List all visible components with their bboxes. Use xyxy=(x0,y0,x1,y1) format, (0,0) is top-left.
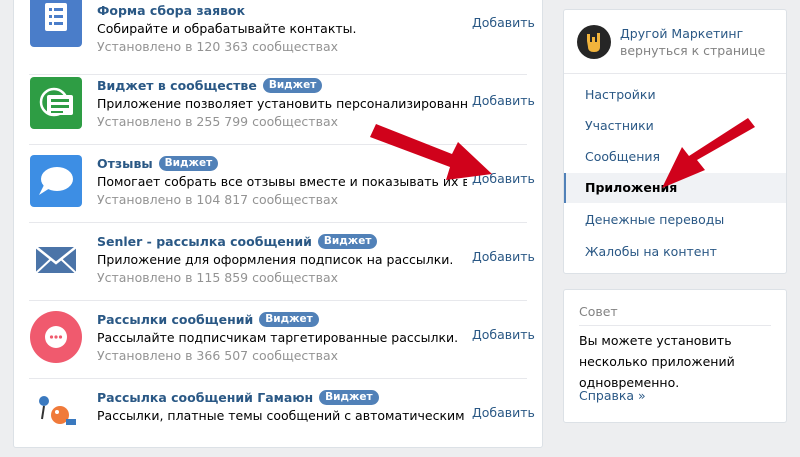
app-install-count: Установлено в 104 817 сообществах xyxy=(97,192,339,207)
app-title[interactable]: Форма сбора заявок xyxy=(97,3,245,18)
menu-item-complaints[interactable]: Жалобы на контент xyxy=(564,237,786,267)
app-title[interactable]: Рассылки сообщений xyxy=(97,312,253,327)
widget-badge: Виджет xyxy=(262,77,323,93)
widget-badge: Виджет xyxy=(259,311,319,327)
divider xyxy=(579,325,771,326)
app-install-count: Установлено в 115 859 сообществах xyxy=(97,270,339,285)
app-description: Приложение для оформления подписок на ра… xyxy=(97,252,454,267)
app-row: Отзывы Виджет Помогает собрать все отзыв… xyxy=(14,145,542,223)
add-app-button[interactable]: Добавить xyxy=(472,171,535,186)
app-description: Рассылайте подписчикам таргетированные р… xyxy=(97,330,459,345)
app-title[interactable]: Виджет в сообществе xyxy=(97,78,257,93)
widget-icon[interactable] xyxy=(30,77,82,129)
help-link[interactable]: Справка » xyxy=(579,388,646,403)
app-install-count: Установлено в 366 507 сообществах xyxy=(97,348,339,363)
tip-card: Совет Вы можете установить несколько при… xyxy=(563,289,787,423)
add-app-button[interactable]: Добавить xyxy=(472,93,535,108)
app-row: Рассылки сообщений Виджет Рассылайте под… xyxy=(14,301,542,379)
widget-badge: Виджет xyxy=(317,233,378,249)
hand-sign-icon xyxy=(587,33,600,52)
app-title[interactable]: Senler - рассылка сообщений xyxy=(97,234,312,249)
form-icon[interactable] xyxy=(30,0,82,47)
bird-icon[interactable] xyxy=(30,389,82,441)
app-description: Приложение позволяет установить персонал… xyxy=(97,96,467,111)
app-row: Рассылка сообщений Гамаюн Виджет Рассылк… xyxy=(14,379,542,457)
menu-item-payments[interactable]: Денежные переводы xyxy=(564,205,786,235)
app-description: Рассылки, платные темы сообщений с автом… xyxy=(97,408,467,423)
chat-dots-icon[interactable] xyxy=(30,311,82,363)
menu-item-apps[interactable]: Приложения xyxy=(564,173,786,203)
avatar[interactable] xyxy=(577,25,611,59)
app-row: Senler - рассылка сообщений Виджет Прило… xyxy=(14,223,542,301)
add-app-button[interactable]: Добавить xyxy=(472,405,535,420)
add-app-button[interactable]: Добавить xyxy=(472,15,535,30)
app-row: Форма сбора заявок Собирайте и обрабатыв… xyxy=(14,0,542,75)
app-title[interactable]: Отзывы xyxy=(97,156,153,171)
menu-item-settings[interactable]: Настройки xyxy=(564,80,786,110)
management-menu: Другой Маркетинг вернуться к странице На… xyxy=(563,9,787,274)
community-link[interactable]: Другой Маркетинг вернуться к странице xyxy=(577,24,765,60)
divider xyxy=(564,73,786,74)
app-description: Собирайте и обрабатывайте контакты. xyxy=(97,21,357,36)
menu-item-members[interactable]: Участники xyxy=(564,111,786,141)
app-row: Виджет в сообществе Виджет Приложение по… xyxy=(14,67,542,145)
menu-item-messages[interactable]: Сообщения xyxy=(564,142,786,172)
app-title[interactable]: Рассылка сообщений Гамаюн xyxy=(97,390,313,405)
community-name[interactable]: Другой Маркетинг xyxy=(620,26,765,41)
app-install-count: Установлено в 255 799 сообществах xyxy=(97,114,339,129)
app-install-count: Установлено в 120 363 сообществах xyxy=(97,39,339,54)
widget-badge: Виджет xyxy=(158,155,219,171)
speech-bubble-icon[interactable] xyxy=(30,155,82,207)
apps-catalog: Форма сбора заявок Собирайте и обрабатыв… xyxy=(13,0,543,448)
add-app-button[interactable]: Добавить xyxy=(472,327,535,342)
app-description: Помогает собрать все отзывы вместе и пок… xyxy=(97,174,467,189)
envelope-icon[interactable] xyxy=(30,233,82,285)
widget-badge: Виджет xyxy=(319,389,379,405)
tip-text: Вы можете установить несколько приложени… xyxy=(579,333,735,390)
back-to-page-link[interactable]: вернуться к странице xyxy=(620,43,765,58)
tip-title: Совет xyxy=(579,304,618,319)
add-app-button[interactable]: Добавить xyxy=(472,249,535,264)
